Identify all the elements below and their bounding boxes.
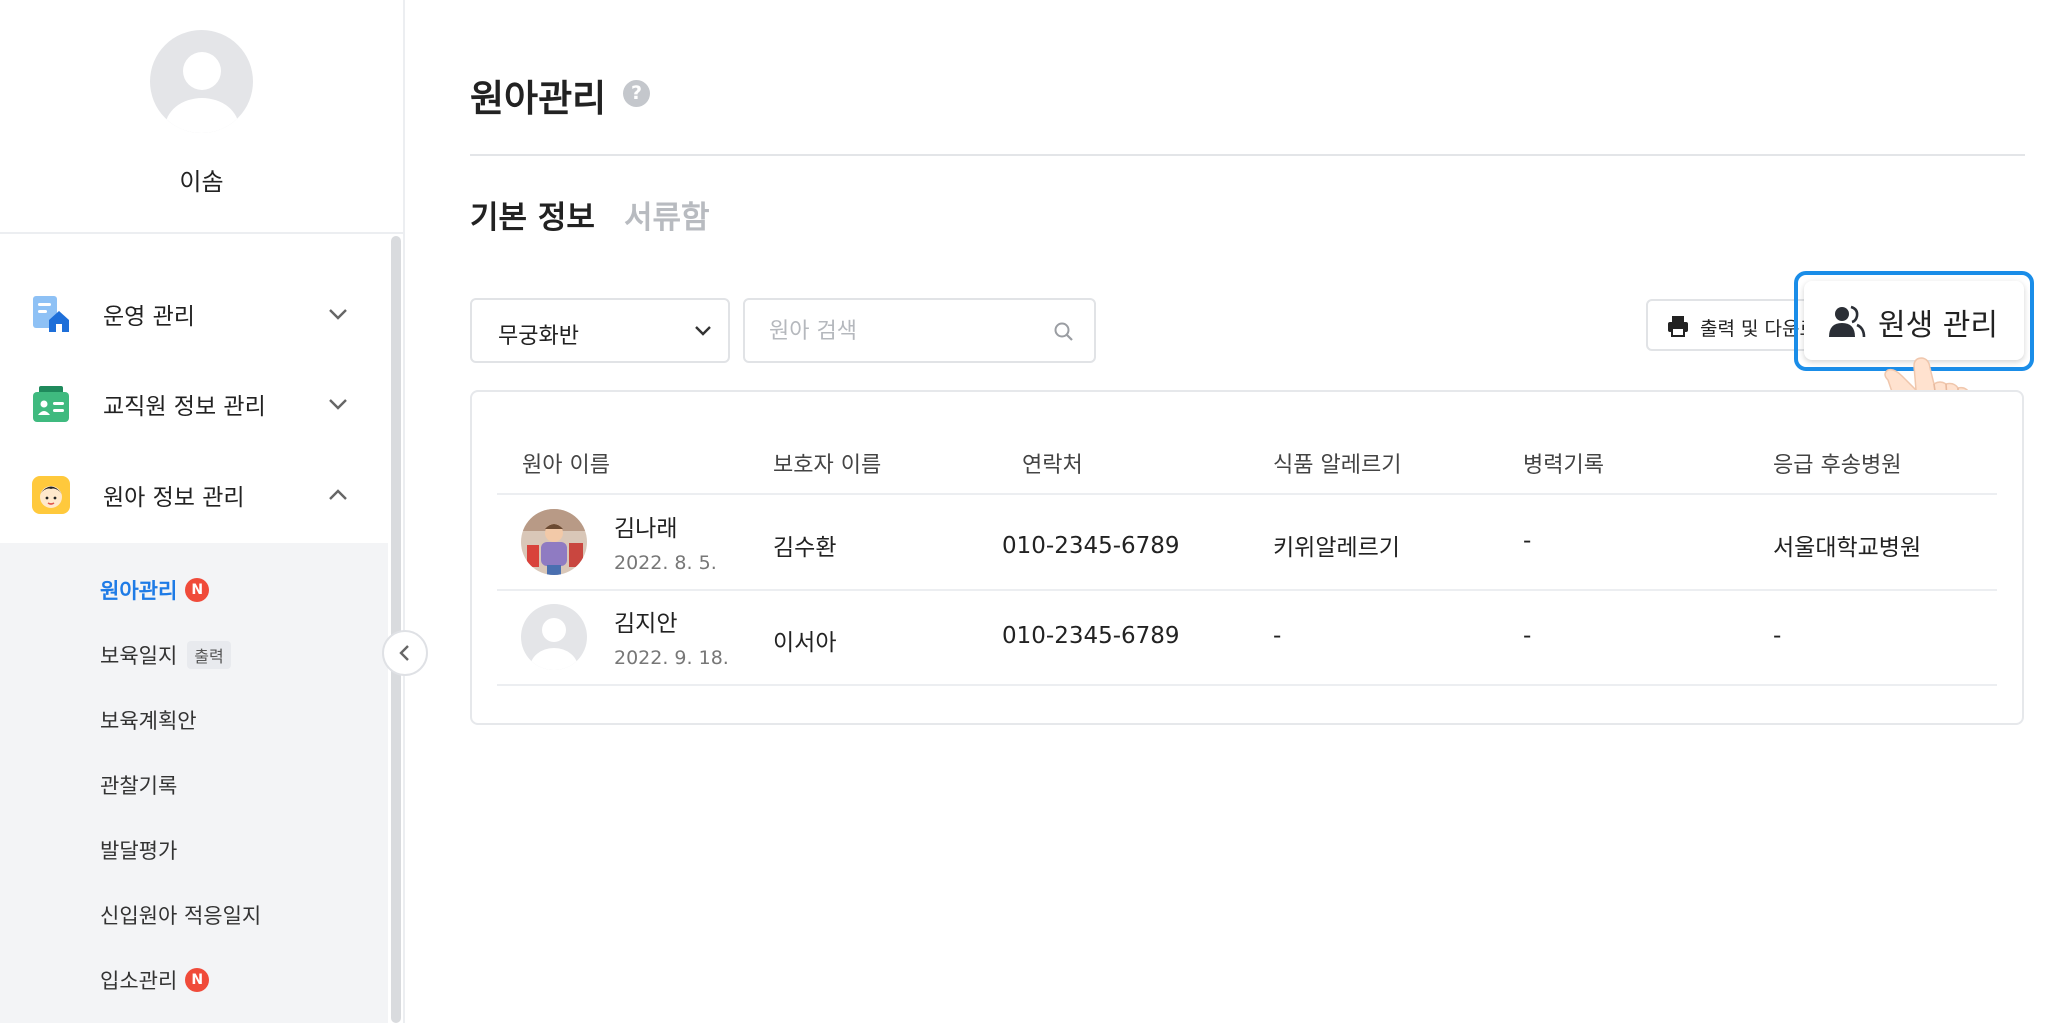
staff-id-card-icon bbox=[33, 386, 69, 422]
sidebar-item-label: 입소관리 bbox=[100, 969, 178, 993]
col-header-hospital: 응급 후송병원 bbox=[1773, 453, 1902, 478]
sidebar-item-label: 관찰기록 bbox=[100, 774, 178, 798]
chevron-down-icon bbox=[329, 399, 347, 410]
guardian-name: 김수환 bbox=[773, 535, 837, 561]
nav-group-children[interactable]: 원아 정보 관리 bbox=[0, 450, 388, 540]
child-photo[interactable] bbox=[521, 509, 587, 575]
row-divider bbox=[497, 589, 1997, 591]
print-download-button[interactable]: 출력 및 다운로드 bbox=[1646, 299, 1816, 351]
users-icon bbox=[1829, 305, 1866, 338]
emergency-hospital: 서울대학교병원 bbox=[1773, 535, 1922, 561]
child-avatar-placeholder[interactable] bbox=[521, 604, 587, 670]
user-avatar-icon bbox=[530, 618, 578, 670]
new-badge: N bbox=[185, 968, 210, 992]
user-avatar[interactable] bbox=[150, 30, 253, 133]
sidebar-item-label: 보육일지 bbox=[100, 644, 178, 668]
page-title: 원아관리 bbox=[470, 77, 607, 120]
col-header-guardian: 보호자 이름 bbox=[773, 453, 882, 478]
medical-history: - bbox=[1523, 528, 1532, 554]
sidebar-item-care-journal[interactable]: 보육일지 출력 bbox=[100, 637, 231, 673]
child-photo-image bbox=[521, 509, 587, 575]
user-name: 이솜 bbox=[179, 168, 224, 196]
building-document-icon bbox=[33, 296, 69, 332]
sidebar-item-label: 원아관리 bbox=[100, 579, 178, 603]
class-select[interactable]: 무궁화반 bbox=[470, 298, 730, 363]
search-icon[interactable] bbox=[1052, 320, 1076, 344]
food-allergy: - bbox=[1273, 623, 1282, 649]
print-tag: 출력 bbox=[187, 641, 231, 669]
sidebar-item-child-management[interactable]: 원아관리 N bbox=[100, 572, 210, 608]
food-allergy: 키위알레르기 bbox=[1273, 535, 1400, 561]
col-header-allergy: 식품 알레르기 bbox=[1273, 453, 1402, 478]
sidebar-item-care-plan[interactable]: 보육계획안 bbox=[100, 702, 197, 738]
emergency-hospital: - bbox=[1773, 623, 1782, 649]
chevron-down-icon bbox=[329, 309, 347, 320]
class-select-value: 무궁화반 bbox=[498, 324, 579, 349]
nav-group-label: 운영 관리 bbox=[103, 304, 195, 330]
help-icon[interactable]: ? bbox=[623, 80, 650, 107]
sidebar-item-label: 보육계획안 bbox=[100, 709, 197, 733]
sidebar-item-development[interactable]: 발달평가 bbox=[100, 832, 177, 868]
col-header-name: 원아 이름 bbox=[522, 453, 610, 478]
collapse-sidebar-button[interactable] bbox=[382, 630, 428, 676]
sidebar-item-adaptation[interactable]: 신입원아 적응일지 bbox=[100, 897, 261, 933]
search-input[interactable] bbox=[769, 316, 1029, 346]
sidebar-item-label: 신입원아 적응일지 bbox=[100, 904, 262, 928]
sidebar: 이솜 운영 관리 교직원 정보 관리 원아 정보 관리 원아관리 N 보육일지 … bbox=[0, 0, 405, 1023]
student-management-label: 원생 관리 bbox=[1878, 308, 1998, 343]
child-date: 2022. 8. 5. bbox=[614, 552, 717, 574]
new-badge: N bbox=[185, 578, 210, 602]
child-name[interactable]: 김나래 bbox=[614, 509, 677, 543]
nav-group-label: 원아 정보 관리 bbox=[103, 485, 245, 511]
sidebar-item-label: 발달평가 bbox=[100, 839, 178, 863]
phone-number: 010-2345-6789 bbox=[1002, 623, 1180, 649]
divider bbox=[470, 154, 2025, 156]
child-name[interactable]: 김지안 bbox=[614, 604, 677, 638]
profile-section: 이솜 bbox=[0, 0, 403, 234]
child-date: 2022. 9. 18. bbox=[614, 647, 729, 669]
nav-group-operations[interactable]: 운영 관리 bbox=[0, 269, 388, 359]
printer-icon bbox=[1668, 316, 1688, 337]
tab-basic-info[interactable]: 기본 정보 bbox=[470, 192, 595, 237]
chevron-up-icon bbox=[329, 489, 347, 500]
search-box bbox=[743, 298, 1096, 363]
sub-nav: 원아관리 N 보육일지 출력 보육계획안 관찰기록 발달평가 신입원아 적응일지… bbox=[0, 543, 388, 1023]
student-management-button[interactable]: 원생 관리 bbox=[1804, 281, 2024, 360]
chevron-left-icon bbox=[399, 645, 409, 661]
row-divider bbox=[497, 684, 1997, 686]
nav-group-label: 교직원 정보 관리 bbox=[103, 394, 266, 420]
col-header-medical-history: 병력기록 bbox=[1523, 453, 1604, 478]
sidebar-item-observation[interactable]: 관찰기록 bbox=[100, 767, 177, 803]
medical-history: - bbox=[1523, 623, 1532, 649]
child-face-icon bbox=[32, 476, 70, 514]
phone-number: 010-2345-6789 bbox=[1002, 533, 1180, 559]
tab-documents[interactable]: 서류함 bbox=[624, 192, 710, 237]
guardian-name: 이서아 bbox=[773, 630, 837, 656]
nav-group-staff[interactable]: 교직원 정보 관리 bbox=[0, 359, 388, 449]
chevron-down-icon bbox=[695, 326, 711, 336]
row-divider bbox=[497, 493, 1997, 495]
col-header-phone: 연락처 bbox=[1022, 453, 1083, 478]
sidebar-item-admission[interactable]: 입소관리 N bbox=[100, 962, 210, 998]
